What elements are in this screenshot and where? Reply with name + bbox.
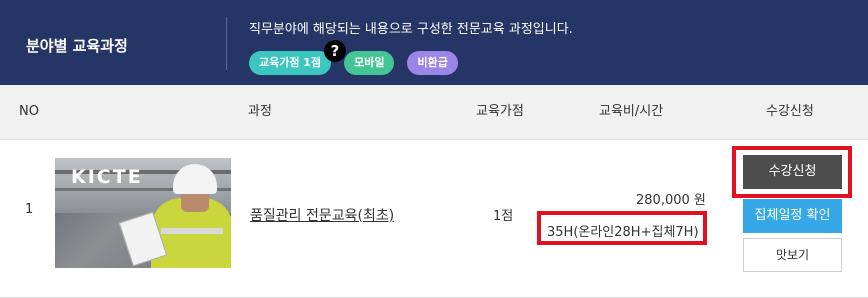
thumb-reflective-stripe — [161, 228, 223, 234]
col-fee: 교육비/시간 — [599, 104, 664, 119]
course-thumbnail[interactable]: KICTE — [55, 158, 231, 268]
header-description: 직무분야에 해당되는 내용으로 구성한 전문교육 과정입니다. — [249, 22, 573, 37]
badge-points: 교육가점 1점 — [249, 51, 332, 75]
col-points: 교육가점 — [476, 104, 524, 119]
thumb-logo: KICTE — [71, 166, 143, 188]
course-fee: 280,000 원 — [636, 193, 706, 208]
course-title-link[interactable]: 품질관리 전문교육(최초) — [250, 205, 394, 225]
help-icon[interactable]: ? — [324, 40, 346, 62]
header-divider — [226, 17, 227, 70]
table-header: NO 과정 교육가점 교육비/시간 수강신청 — [0, 85, 868, 140]
schedule-check-button[interactable]: 집체일정 확인 — [743, 199, 842, 233]
row-number: 1 — [25, 202, 34, 217]
badge-mobile: 모바일 — [344, 51, 395, 75]
apply-button[interactable]: 수강신청 — [743, 155, 842, 189]
page-title: 분야별 교육과정 — [26, 37, 128, 55]
preview-button[interactable]: 맛보기 — [743, 238, 842, 272]
table-row: 1 KICTE 품질관리 전문교육(최초) 1점 280,000 원 35H(온… — [0, 139, 868, 298]
course-hours: 35H(온라인28H+집체7H) — [547, 225, 699, 240]
course-points: 1점 — [493, 209, 514, 224]
course-page: 분야별 교육과정 직무분야에 해당되는 내용으로 구성한 전문교육 과정입니다.… — [0, 0, 868, 298]
category-header: 분야별 교육과정 직무분야에 해당되는 내용으로 구성한 전문교육 과정입니다.… — [0, 0, 868, 85]
col-course: 과정 — [248, 104, 272, 119]
badge-group: 교육가점 1점 모바일 비환급 — [249, 51, 471, 75]
badge-nonrefund: 비환급 — [407, 51, 458, 75]
col-no: NO — [19, 104, 39, 119]
col-apply: 수강신청 — [766, 104, 814, 119]
